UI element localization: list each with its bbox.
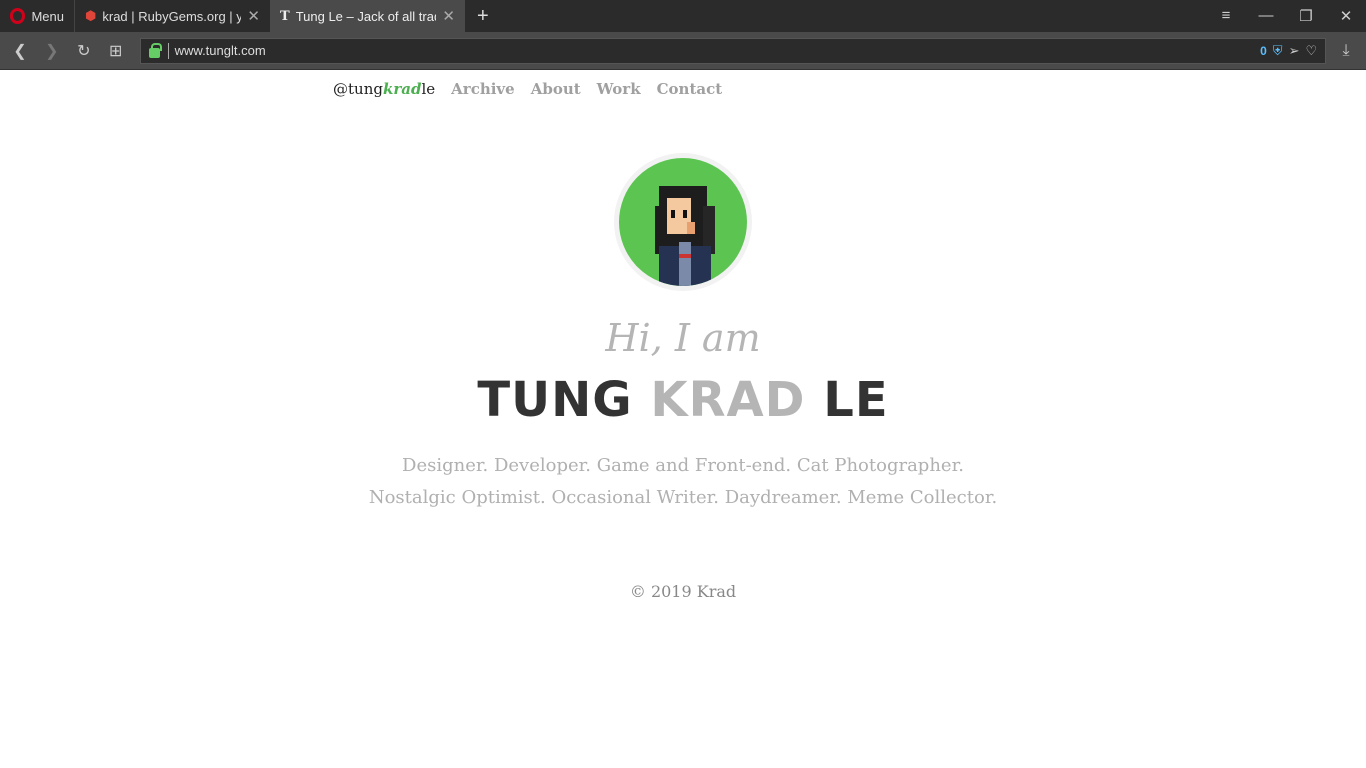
- opera-menu-button[interactable]: Menu: [0, 0, 75, 32]
- avatar: [614, 153, 752, 291]
- tab-tunglt[interactable]: TTung Le – Jack of all trades✕: [270, 0, 465, 32]
- reload-icon[interactable]: ↻: [68, 41, 100, 61]
- close-tab-icon[interactable]: ✕: [247, 7, 260, 25]
- ad-blocker-icon[interactable]: ⛨: [1273, 43, 1283, 59]
- address-bar-row: ❮ ❯ ↻ ⊞ www.tunglt.com 0 ⛨ ➢ ♡ ⤓: [0, 32, 1366, 70]
- hero-name: TUNG KRAD LE: [477, 372, 889, 428]
- send-icon[interactable]: ➢: [1289, 43, 1300, 59]
- download-icon[interactable]: ⤓: [1326, 42, 1366, 60]
- restore-icon[interactable]: ❐: [1286, 7, 1326, 25]
- minimize-icon[interactable]: —: [1246, 7, 1286, 25]
- site-favicon-icon: T: [280, 8, 290, 24]
- tagline: Designer. Developer. Game and Front-end.…: [368, 455, 998, 508]
- speed-dial-icon[interactable]: ⊞: [100, 41, 132, 61]
- opera-logo-icon: [10, 8, 26, 24]
- greeting: Hi, I am: [605, 316, 761, 360]
- tab-menu-icon[interactable]: ≡: [1206, 7, 1246, 25]
- back-icon[interactable]: ❮: [4, 41, 36, 61]
- nav-about[interactable]: About: [531, 80, 581, 98]
- url-field[interactable]: www.tunglt.com 0 ⛨ ➢ ♡: [139, 37, 1327, 64]
- lock-icon: [148, 42, 162, 58]
- site-nav: @tungkradle Archive About Work Contact: [333, 80, 722, 98]
- nav-work[interactable]: Work: [597, 80, 641, 98]
- rubygems-icon: ⬢: [85, 8, 97, 23]
- nav-contact[interactable]: Contact: [657, 80, 723, 98]
- tab-rubygems[interactable]: ⬢krad | RubyGems.org | your✕: [75, 0, 270, 32]
- footer-copyright: © 2019 Krad: [629, 582, 737, 601]
- forward-icon[interactable]: ❯: [36, 41, 68, 61]
- new-tab-button[interactable]: +: [465, 5, 501, 28]
- close-tab-icon[interactable]: ✕: [442, 7, 455, 25]
- tab-bar: Menu ⬢krad | RubyGems.org | your✕ TTung …: [0, 0, 1366, 32]
- heart-icon[interactable]: ♡: [1305, 43, 1317, 59]
- site-brand[interactable]: @tungkradle: [333, 80, 435, 98]
- nav-archive[interactable]: Archive: [451, 80, 515, 98]
- close-window-icon[interactable]: ✕: [1326, 7, 1366, 25]
